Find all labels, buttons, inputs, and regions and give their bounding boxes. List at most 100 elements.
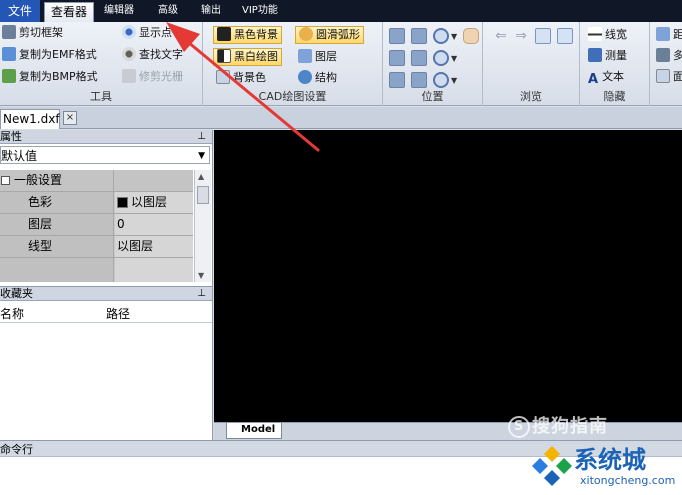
property-value[interactable]: 0 xyxy=(115,214,193,235)
zoom-out-dropdown-icon[interactable]: ▼ xyxy=(451,54,457,63)
mirror-icon[interactable] xyxy=(411,72,427,88)
distance-icon xyxy=(656,27,670,41)
drawing-canvas[interactable] xyxy=(214,130,682,422)
copy-bmp-label: 复制为BMP格式 xyxy=(19,70,98,83)
property-row[interactable]: 色彩 以图层 xyxy=(0,192,193,214)
fit-layout-icon[interactable] xyxy=(389,50,405,66)
smooth-arc-button[interactable]: 圆滑弧形 xyxy=(295,26,364,44)
zoom-window-icon[interactable] xyxy=(411,28,427,44)
scroll-thumb[interactable] xyxy=(197,186,209,204)
copy-emf-label: 复制为EMF格式 xyxy=(19,48,97,61)
property-section-row[interactable]: 一般设置 xyxy=(0,170,193,192)
copy-emf-button[interactable]: 复制为EMF格式 xyxy=(2,46,97,64)
group-extra: 距 多 面 xyxy=(650,22,682,106)
line-width-button[interactable]: 线宽 xyxy=(588,26,627,44)
properties-combo[interactable]: 默认值 ▼ xyxy=(0,146,210,164)
find-text-label: 查找文字 xyxy=(139,48,183,61)
black-white-button[interactable]: 黑白绘图 xyxy=(213,48,282,66)
property-value[interactable]: 以图层 xyxy=(115,192,193,213)
rotate-icon[interactable] xyxy=(389,72,405,88)
site-watermark-name: 系统城 xyxy=(574,446,646,474)
orbit-icon[interactable] xyxy=(433,72,449,88)
close-view-icon[interactable] xyxy=(557,28,573,44)
zoom-in-dropdown-icon[interactable]: ▼ xyxy=(451,32,457,41)
favorites-panel: 收藏夹 ⊥ 名称 路径 xyxy=(0,286,213,440)
multi-label: 多 xyxy=(673,49,682,62)
group-cad-settings: 黑色背景 圆滑弧形 黑白绘图 图层 背景色 结构 CAD绘图设置 xyxy=(203,22,383,106)
black-background-label: 黑色背景 xyxy=(234,28,278,41)
measure-icon xyxy=(588,48,602,62)
background-color-button[interactable]: 背景色 xyxy=(216,69,266,87)
back-arrow-icon[interactable]: ⇐ xyxy=(493,28,509,44)
structure-label: 结构 xyxy=(315,71,337,84)
pin-icon[interactable]: ⊥ xyxy=(197,287,206,301)
group-cad-settings-label: CAD绘图设置 xyxy=(258,90,327,103)
chevron-down-icon[interactable]: ▼ xyxy=(198,147,205,165)
find-text-button[interactable]: 查找文字 xyxy=(122,46,183,64)
pin-icon[interactable]: ⊥ xyxy=(197,130,206,144)
site-watermark-url: xitongcheng.com xyxy=(580,474,676,487)
text-button[interactable]: A 文本 xyxy=(588,68,624,87)
group-browse-label: 浏览 xyxy=(520,90,542,103)
property-name: 线型 xyxy=(0,236,114,257)
group-browse: ⇐ ⇒ 浏览 xyxy=(483,22,580,106)
fit-icon[interactable] xyxy=(389,28,405,44)
zoom-in-icon[interactable] xyxy=(433,28,449,44)
emf-icon xyxy=(2,47,16,61)
black-white-label: 黑白绘图 xyxy=(234,50,278,63)
menu-output[interactable]: 输出 xyxy=(195,0,227,22)
property-value-empty xyxy=(115,258,193,282)
properties-scrollbar[interactable]: ▲ ▼ xyxy=(194,170,211,282)
refresh-icon[interactable] xyxy=(535,28,551,44)
property-grid: 一般设置 色彩 以图层 图层 0 线型 以图层 xyxy=(0,170,193,282)
measure-button[interactable]: 测量 xyxy=(588,47,627,65)
linewidth-icon xyxy=(588,27,602,41)
property-value[interactable]: 以图层 xyxy=(115,236,193,257)
layers-icon xyxy=(298,49,312,63)
sogou-watermark: S 搜狗指南 xyxy=(508,412,608,438)
favorites-column-name[interactable]: 名称 xyxy=(0,305,24,323)
copy-bmp-button[interactable]: 复制为BMP格式 xyxy=(2,68,98,86)
property-name: 图层 xyxy=(0,214,114,235)
structure-button[interactable]: 结构 xyxy=(298,69,337,87)
hand-icon[interactable] xyxy=(463,28,479,44)
menu-viewer[interactable]: 查看器 xyxy=(44,2,95,22)
zoom-out-icon[interactable] xyxy=(433,50,449,66)
model-tab[interactable]: Model xyxy=(226,423,282,439)
property-section-value xyxy=(115,170,193,191)
scroll-down-icon[interactable]: ▼ xyxy=(198,271,204,280)
distance-button[interactable]: 距 xyxy=(656,26,682,44)
favorites-header: 名称 路径 xyxy=(0,305,212,323)
cut-frame-label: 剪切框架 xyxy=(19,26,63,39)
structure-icon xyxy=(298,70,312,84)
menu-editor[interactable]: 编辑器 xyxy=(98,0,140,22)
document-tab-bar: New1.dxf × xyxy=(0,107,682,129)
cut-frame-button[interactable]: 剪切框架 xyxy=(2,24,63,42)
close-tab-icon[interactable]: × xyxy=(63,111,77,125)
zoom-extents-icon[interactable] xyxy=(411,50,427,66)
group-position: ▼ ▼ ▼ 位置 xyxy=(383,22,483,106)
collapse-icon[interactable] xyxy=(1,176,10,185)
menu-vip[interactable]: VIP功能 xyxy=(236,0,284,22)
distance-label: 距 xyxy=(673,28,682,41)
scroll-up-icon[interactable]: ▲ xyxy=(198,172,204,181)
menu-file[interactable]: 文件 xyxy=(0,0,41,22)
favorites-column-path[interactable]: 路径 xyxy=(106,305,130,323)
black-background-icon xyxy=(217,27,231,41)
show-point-button[interactable]: 显示点 xyxy=(122,24,172,42)
property-row[interactable]: 图层 0 xyxy=(0,214,193,236)
property-row[interactable]: 线型 以图层 xyxy=(0,236,193,258)
area-button[interactable]: 面 xyxy=(656,68,682,86)
cut-icon xyxy=(2,25,16,39)
layers-button[interactable]: 图层 xyxy=(298,48,337,66)
group-tools: 剪切框架 复制为EMF格式 复制为BMP格式 显示点 查找文字 修剪光栅 工具 xyxy=(0,22,203,106)
measure-label: 测量 xyxy=(605,49,627,62)
menu-advanced[interactable]: 高级 xyxy=(152,0,184,22)
crop-raster-button[interactable]: 修剪光栅 xyxy=(122,68,183,86)
multi-button[interactable]: 多 xyxy=(656,47,682,65)
document-tab[interactable]: New1.dxf xyxy=(0,109,60,129)
property-name-empty xyxy=(0,258,114,282)
orbit-dropdown-icon[interactable]: ▼ xyxy=(451,76,457,85)
forward-arrow-icon[interactable]: ⇒ xyxy=(513,28,529,44)
black-background-button[interactable]: 黑色背景 xyxy=(213,26,282,44)
